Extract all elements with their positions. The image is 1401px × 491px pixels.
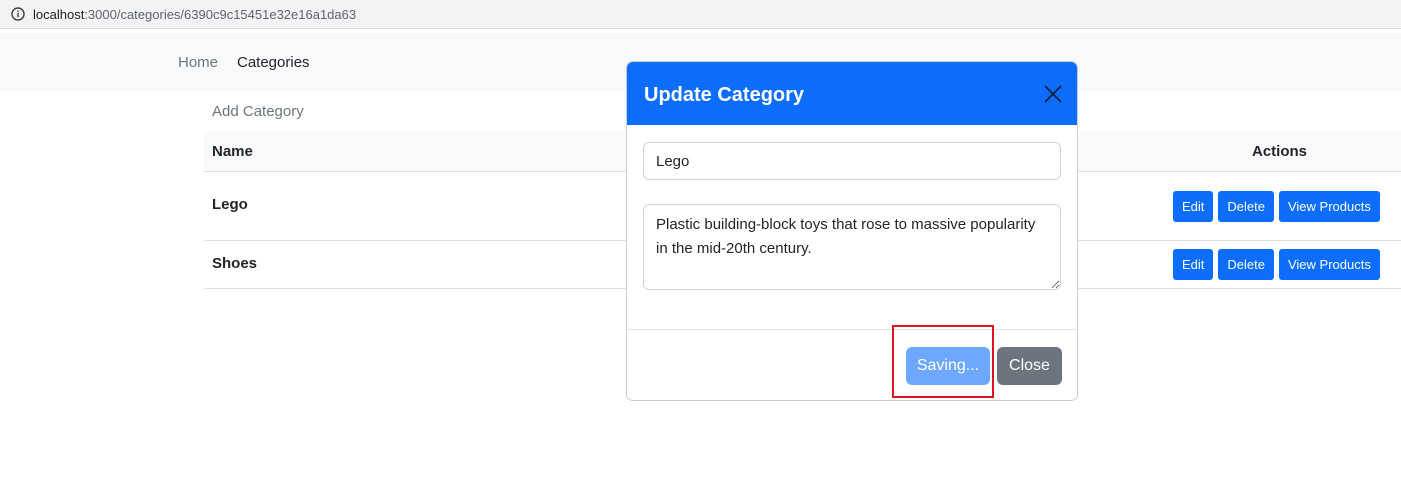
category-name-input[interactable] [643,142,1061,180]
header-actions: Actions [1252,143,1308,160]
close-icon[interactable] [1043,84,1063,104]
edit-button[interactable]: Edit [1173,191,1214,222]
category-description-textarea[interactable]: Plastic building-block toys that rose to… [643,204,1061,290]
modal-body: Plastic building-block toys that rose to… [627,125,1077,330]
url-host: localhost [33,7,85,22]
close-button[interactable]: Close [997,347,1062,385]
row-actions: Edit Delete View Products [1173,191,1380,222]
info-icon[interactable] [11,7,25,21]
url-text[interactable]: localhost:3000/categories/6390c9c15451e3… [33,7,356,22]
modal-header: Update Category [627,62,1077,125]
header-name: Name [212,143,253,160]
url-path: :3000/categories/6390c9c15451e32e16a1da6… [84,7,357,22]
nav-categories-link[interactable]: Categories [237,54,310,72]
delete-button[interactable]: Delete [1218,249,1274,280]
view-products-button[interactable]: View Products [1278,249,1380,280]
modal-title: Update Category [644,84,805,106]
row-name: Shoes [212,255,258,272]
nav-home-link[interactable]: Home [178,54,218,72]
update-category-modal: Update Category Plastic building-block t… [626,61,1078,401]
edit-button[interactable]: Edit [1173,249,1214,280]
add-category-link[interactable]: Add Category [212,103,304,121]
delete-button[interactable]: Delete [1218,191,1274,222]
saving-button[interactable]: Saving... [906,347,990,385]
row-name: Lego [212,196,248,213]
modal-footer: Saving... Close [627,330,1077,400]
view-products-button[interactable]: View Products [1278,191,1380,222]
row-actions: Edit Delete View Products [1173,249,1380,280]
address-bar[interactable]: localhost:3000/categories/6390c9c15451e3… [0,0,1401,29]
